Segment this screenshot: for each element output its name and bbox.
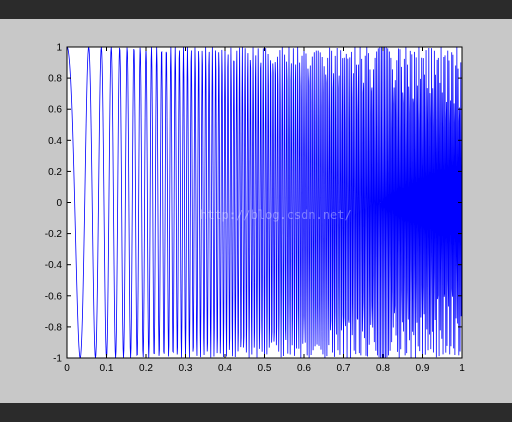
y-tick-label: -1: [53, 354, 62, 365]
watermark: http://blog.csdn.net/: [200, 208, 352, 222]
x-tick-label: 0.2: [139, 363, 153, 374]
y-tick-label: -0.2: [45, 229, 63, 240]
x-tick-label: 0.8: [376, 363, 390, 374]
y-tick-label: -0.8: [45, 322, 63, 333]
y-tick-label: 1: [56, 43, 62, 54]
y-tick-label: 0: [56, 198, 62, 209]
x-tick-label: 0: [64, 363, 70, 374]
x-tick-label: 1: [459, 363, 465, 374]
y-tick-label: -0.4: [45, 260, 63, 271]
figure-window: 0 0.1 0.2 0.3 0.4 0.5 0.6 0.7 0.8 0.9 1 -1 -0.8 -0.6…: [0, 19, 512, 403]
y-tick-label: 0.4: [48, 136, 62, 147]
y-tick-label: 0.8: [48, 74, 62, 85]
y-tick-label: -0.6: [45, 291, 63, 302]
x-tick-label: 0.4: [218, 363, 232, 374]
x-tick-label: 0.9: [416, 363, 430, 374]
x-tick-label: 0.1: [100, 363, 114, 374]
x-tick-label: 0.6: [297, 363, 311, 374]
x-tick-label: 0.5: [258, 363, 272, 374]
y-tick-label: 0.2: [48, 167, 62, 178]
x-tick-label: 0.7: [337, 363, 351, 374]
y-tick-label: 0.6: [48, 105, 62, 116]
x-tick-label: 0.3: [179, 363, 193, 374]
chart-svg: 0 0.1 0.2 0.3 0.4 0.5 0.6 0.7 0.8 0.9 1 -1 -0.8 -0.6…: [45, 43, 465, 375]
